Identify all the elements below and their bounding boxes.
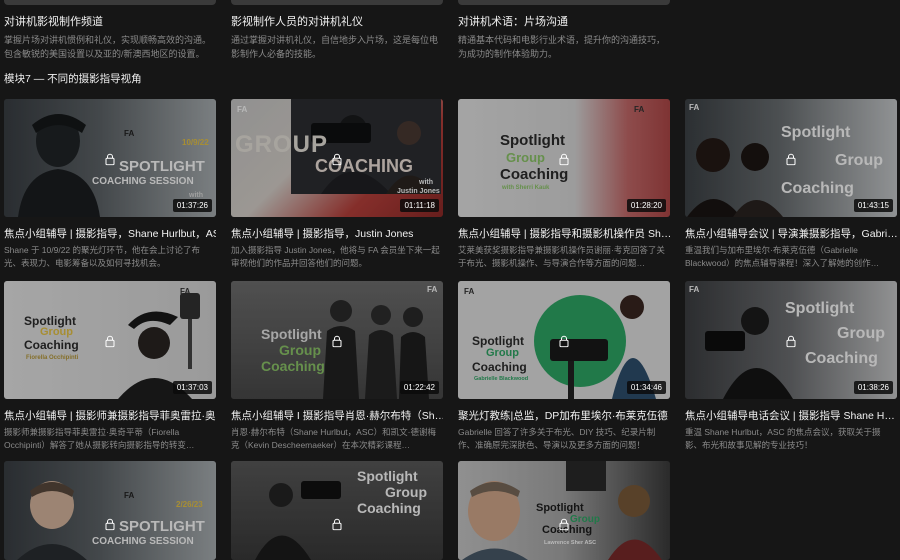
lesson-card[interactable]: FA Spotlight Group Coaching 01:43:15 焦点小… (685, 99, 897, 270)
lock-icon (105, 518, 115, 531)
locked-overlay (458, 461, 670, 560)
lesson-description: 重温我们与加布里埃尔·布莱克伍德（Gabrielle Blackwood）的焦点… (685, 245, 880, 268)
course-module-page: 对讲机影视制作频道 掌握片场对讲机惯例和礼仪，实现顺畅高效的沟通。包含敏锐的美国… (0, 0, 900, 560)
lesson-title[interactable]: 对讲机术语：片场沟通 (458, 13, 670, 29)
lesson-card[interactable]: FA Spotlight Group Coaching Gabrielle Bl… (458, 281, 670, 452)
lesson-description: 艾莱美获奖摄影指导兼摄影机操作员谢丽·考克回答了关于布光、摄影机操作、与导演合作… (458, 245, 665, 268)
module-heading: 模块7 — 不同的摄影指导视角 (4, 73, 142, 85)
lesson-card[interactable]: FA Spotlight Group Coaching 01:22:42 焦点小… (231, 281, 443, 452)
lock-icon (786, 153, 796, 166)
lock-icon (105, 335, 115, 348)
lesson-card[interactable]: Spotlight Group Coaching Lawrence Sher A… (458, 461, 670, 560)
lesson-thumbnail[interactable]: FA GROUP COACHING with Justin Jones 01:1… (231, 99, 443, 217)
lesson-title[interactable]: 焦点小组辅导会议 | 导演兼摄影指导，Gabri… (685, 226, 897, 241)
lock-icon (559, 335, 569, 348)
lesson-title[interactable]: 聚光灯教练|总监，DP加布里埃尔·布莱克伍德 (458, 408, 670, 423)
lesson-card[interactable]: FA Spotlight Group Coaching Fiorella Occ… (4, 281, 216, 452)
lesson-description: Gabrielle 回答了许多关于布光、DIY 技巧、纪录片制作、准确原完深肤色… (458, 427, 656, 450)
lesson-card[interactable]: FA 10/9/22 SPOTLIGHT COACHING SESSION wi… (4, 99, 216, 270)
lesson-thumbnail[interactable]: FA Spotlight Group Coaching Fiorella Occ… (4, 281, 216, 399)
lesson-title[interactable]: 焦点小组辅导 I 摄影指导肖恩·赫尔布特（Sh… (231, 408, 443, 423)
lesson-description: 精通基本代码和电影行业术语，提升你的沟通技巧，为成功的制作体验助力。 (458, 35, 666, 59)
lock-icon (786, 335, 796, 348)
lock-icon (332, 518, 342, 531)
lesson-description: 通过掌握对讲机礼仪，自信地步入片场，这是每位电影制作人必备的技能。 (231, 35, 439, 59)
lock-icon (559, 153, 569, 166)
lesson-description: Shane 于 10/9/22 的聚光灯环节，他在会上讨论了布光、表现力、电影筹… (4, 245, 201, 268)
lesson-thumbnail[interactable]: Spotlight Group Coaching Lawrence Sher A… (458, 461, 670, 560)
lesson-thumbnail[interactable]: Spotlight Group Coaching (231, 461, 443, 560)
thumbnail-edge[interactable] (231, 0, 443, 5)
lesson-card[interactable]: FA 2/26/23 SPOTLIGHT COACHING SESSION (4, 461, 216, 560)
lesson-thumbnail[interactable]: FA Spotlight Group Coaching 01:43:15 (685, 99, 897, 217)
duration-badge: 01:37:26 (172, 199, 212, 212)
lesson-card[interactable]: FA Spotlight Group Coaching with Sherri … (458, 99, 670, 270)
lock-icon (105, 153, 115, 166)
lesson-title[interactable]: 焦点小组辅导电话会议 | 摄影指导 Shane H… (685, 408, 897, 423)
top-lesson-card-3[interactable]: 对讲机术语：片场沟通 精通基本代码和电影行业术语，提升你的沟通技巧，为成功的制作… (458, 0, 670, 61)
lesson-thumbnail[interactable]: FA Spotlight Group Coaching 01:38:26 (685, 281, 897, 399)
lesson-title[interactable]: 焦点小组辅导 | 摄影指导，Shane Hurlbut，ASC (4, 226, 216, 241)
lesson-thumbnail[interactable]: FA Spotlight Group Coaching Gabrielle Bl… (458, 281, 670, 399)
lesson-card[interactable]: FA Spotlight Group Coaching 01:38:26 焦点小… (685, 281, 897, 452)
lesson-description: 肖恩·赫尔布特（Shane Hurlbut，ASC）和凯文·德谢梅克（Kevin… (231, 427, 436, 450)
lesson-title[interactable]: 对讲机影视制作频道 (4, 13, 216, 29)
top-lesson-card-2[interactable]: 影视制作人员的对讲机礼仪 通过掌握对讲机礼仪，自信地步入片场，这是每位电影制作人… (231, 0, 443, 61)
lesson-card[interactable]: FA GROUP COACHING with Justin Jones 01:1… (231, 99, 443, 270)
thumbnail-edge[interactable] (4, 0, 216, 5)
duration-badge: 01:43:15 (853, 199, 893, 212)
lesson-description: 摄影师兼摄影指导菲奥雷拉·奥奇平蒂（Fiorella Occhipinti）解答… (4, 427, 195, 450)
lesson-title[interactable]: 焦点小组辅导 | 摄影师兼摄影指导菲奥雷拉·奥… (4, 408, 216, 423)
lesson-thumbnail[interactable]: FA 10/9/22 SPOTLIGHT COACHING SESSION wi… (4, 99, 216, 217)
duration-badge: 01:22:42 (399, 381, 439, 394)
duration-badge: 01:11:18 (400, 199, 439, 212)
lesson-description: 加入摄影指导 Justin Jones，他将与 FA 会员坐下来一起审视他们的作… (231, 245, 440, 268)
lesson-thumbnail[interactable]: FA 2/26/23 SPOTLIGHT COACHING SESSION (4, 461, 216, 560)
lesson-thumbnail[interactable]: FA Spotlight Group Coaching 01:22:42 (231, 281, 443, 399)
top-lesson-card-1[interactable]: 对讲机影视制作频道 掌握片场对讲机惯例和礼仪，实现顺畅高效的沟通。包含敏锐的美国… (4, 0, 216, 61)
locked-overlay (231, 461, 443, 560)
duration-badge: 01:38:26 (853, 381, 893, 394)
lesson-thumbnail[interactable]: FA Spotlight Group Coaching with Sherri … (458, 99, 670, 217)
lock-icon (332, 335, 342, 348)
thumbnail-edge[interactable] (458, 0, 670, 5)
lesson-title[interactable]: 影视制作人员的对讲机礼仪 (231, 13, 443, 29)
lesson-description: 重温 Shane Hurlbut，ASC 的焦点会议，获取关于摄影、布光和故事见… (685, 427, 881, 450)
lesson-title[interactable]: 焦点小组辅导 | 摄影指导和摄影机操作员 Sh… (458, 226, 670, 241)
locked-overlay (4, 461, 216, 560)
duration-badge: 01:34:46 (626, 381, 666, 394)
lesson-card[interactable]: Spotlight Group Coaching (231, 461, 443, 560)
lesson-title[interactable]: 焦点小组辅导 | 摄影指导，Justin Jones (231, 226, 443, 241)
lesson-description: 掌握片场对讲机惯例和礼仪，实现顺畅高效的沟通。包含敏锐的美国设置以及亚的/新澳西… (4, 35, 212, 59)
duration-badge: 01:37:03 (172, 381, 212, 394)
lock-icon (559, 518, 569, 531)
duration-badge: 01:28:20 (626, 199, 666, 212)
lock-icon (332, 153, 342, 166)
